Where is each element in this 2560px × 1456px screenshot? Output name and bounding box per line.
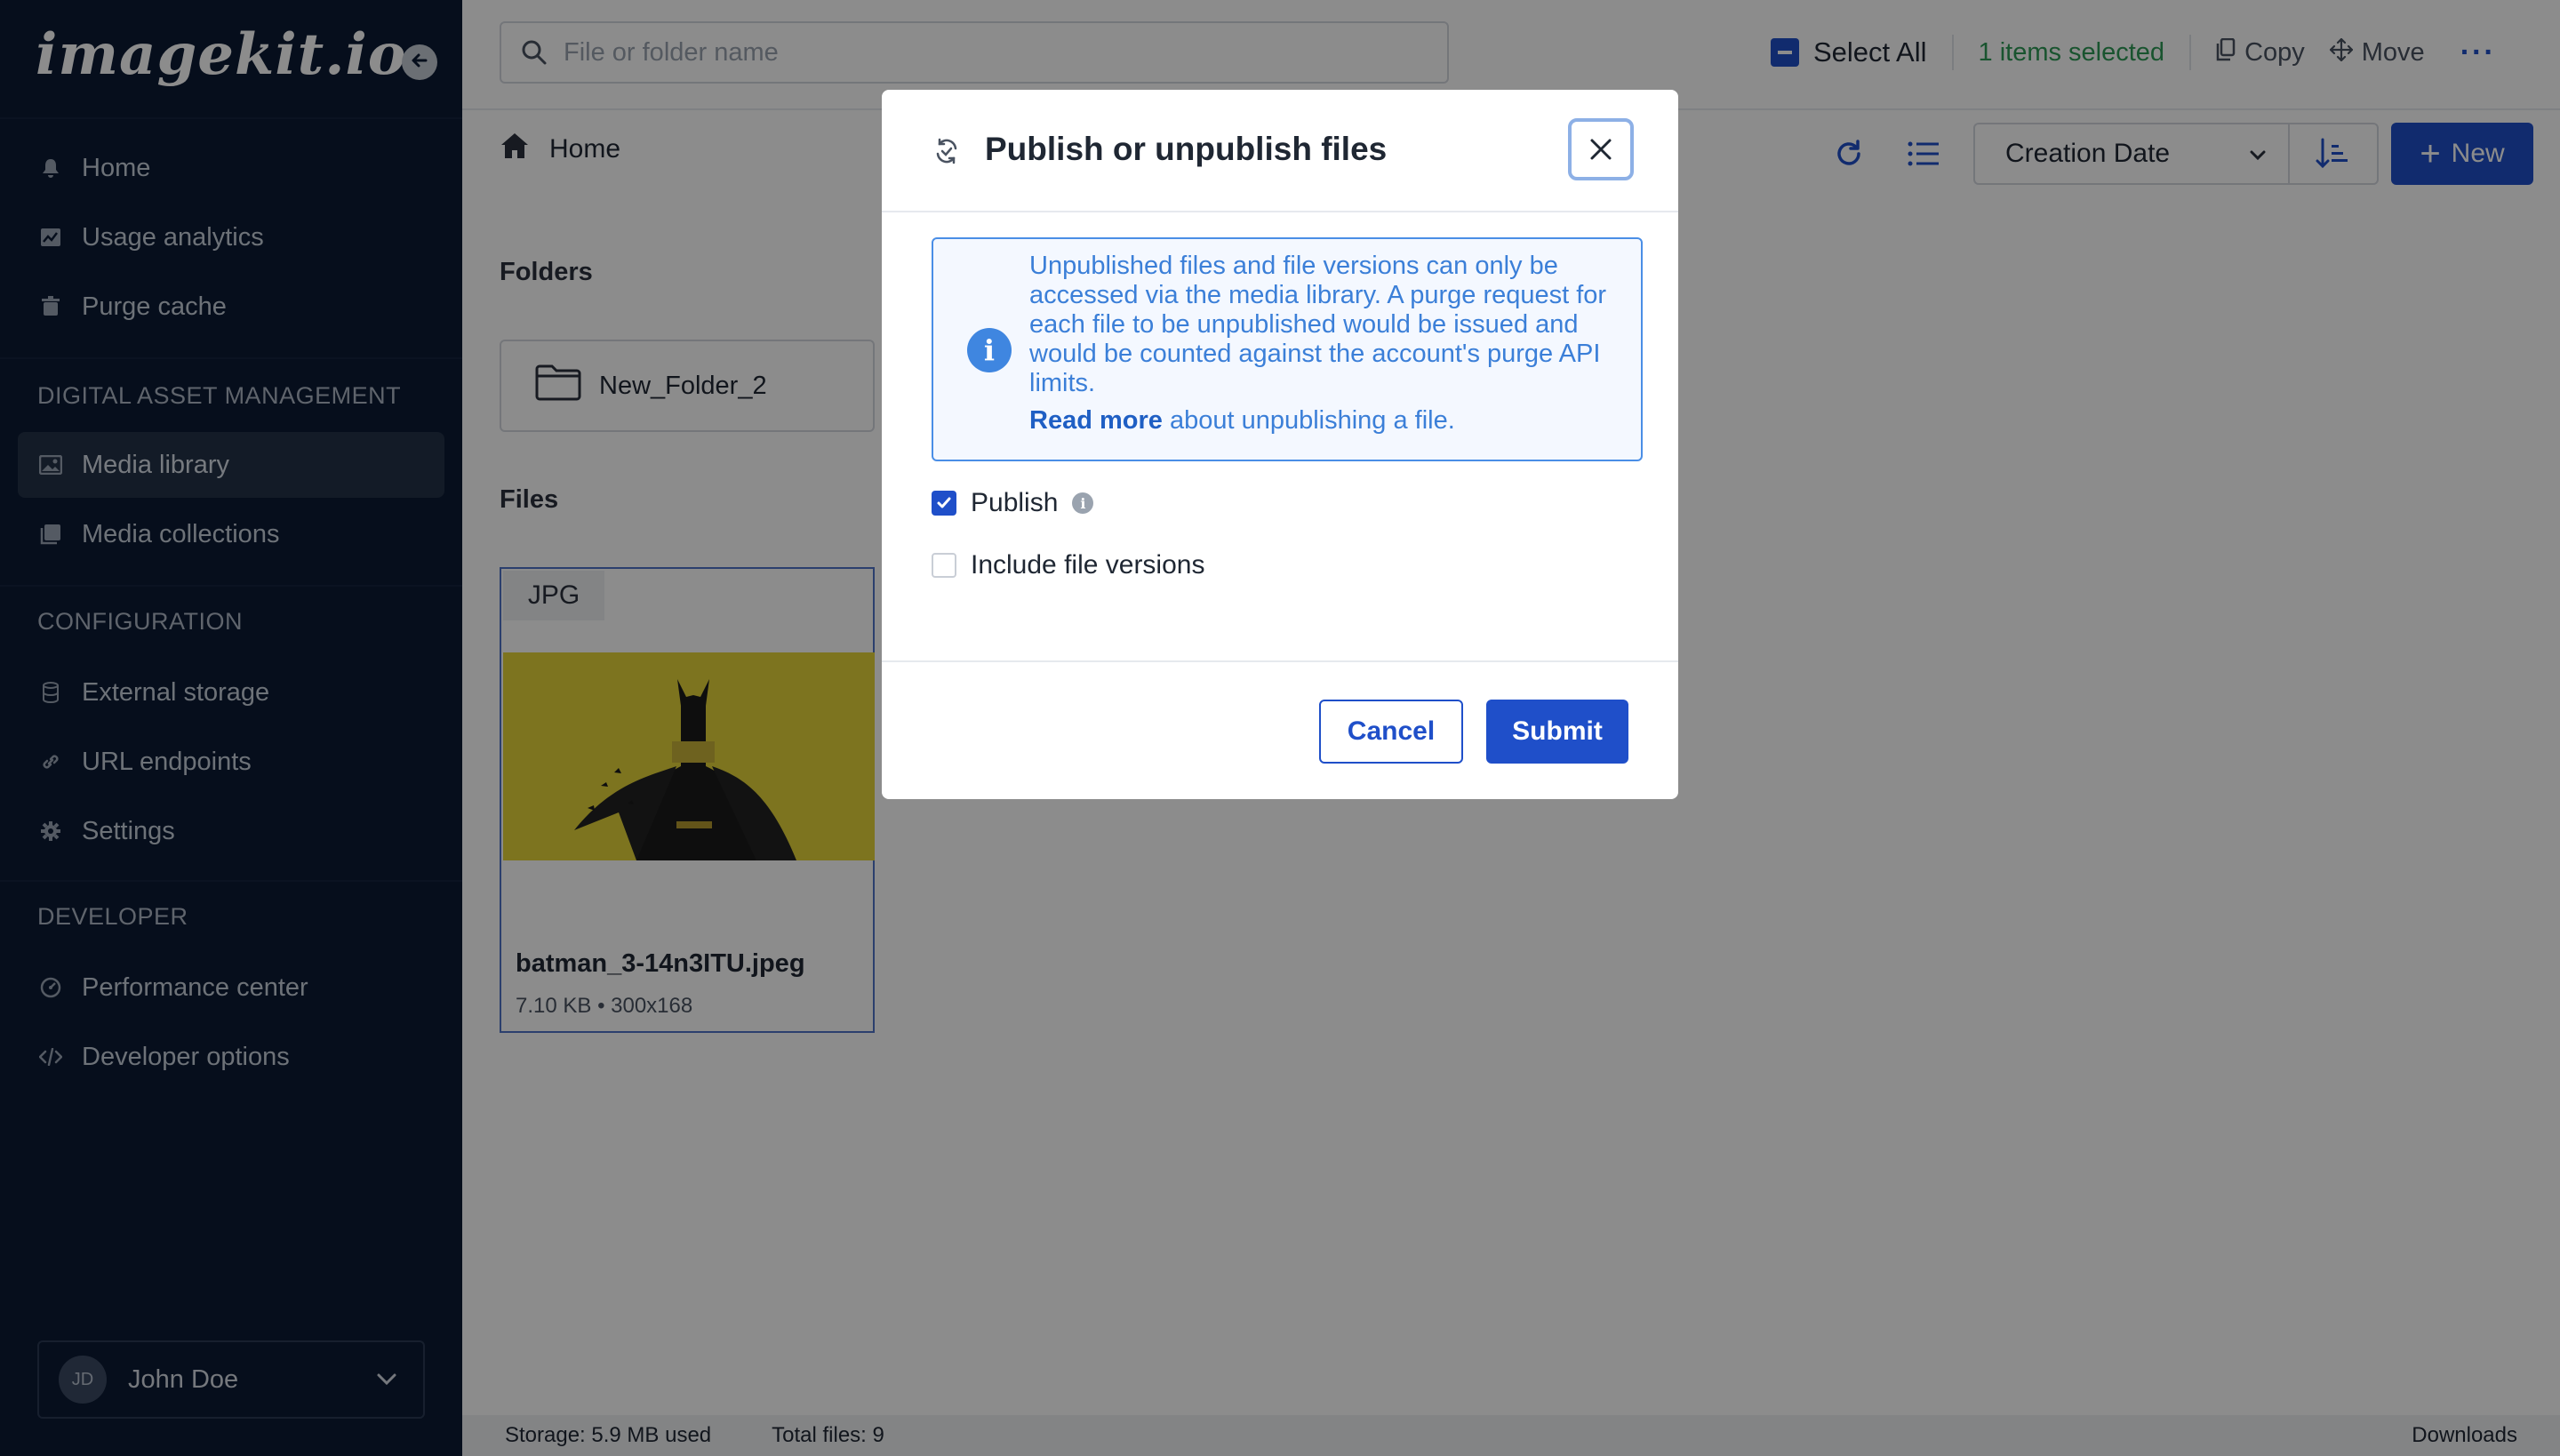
read-more-link[interactable]: Read more — [1029, 406, 1163, 435]
modal-title: Publish or unpublish files — [985, 131, 1388, 167]
help-icon[interactable]: i — [1072, 492, 1094, 514]
include-versions-label: Include file versions — [971, 550, 1205, 580]
check-icon — [937, 497, 951, 508]
publish-sync-icon — [932, 136, 962, 171]
info-alert: i Unpublished files and file versions ca… — [932, 237, 1643, 461]
modal-footer-divider — [882, 660, 1678, 662]
close-button[interactable] — [1568, 118, 1634, 180]
publish-modal: Publish or unpublish files i Unpublished… — [882, 90, 1678, 799]
include-versions-option[interactable]: Include file versions — [932, 550, 1204, 580]
submit-button[interactable]: Submit — [1486, 700, 1628, 764]
publish-label: Publish — [971, 488, 1059, 517]
info-message: Unpublished files and file versions can … — [1029, 252, 1607, 397]
modal-header: Publish or unpublish files — [882, 90, 1678, 212]
info-icon: i — [967, 328, 1012, 372]
cancel-button[interactable]: Cancel — [1319, 700, 1463, 764]
publish-option[interactable]: Publish i — [932, 488, 1094, 518]
read-more-suffix: about unpublishing a file. — [1162, 406, 1455, 435]
close-icon — [1590, 139, 1612, 160]
include-versions-checkbox[interactable] — [932, 553, 956, 578]
publish-checkbox[interactable] — [932, 491, 956, 516]
info-read-more: Read more about unpublishing a file. — [1029, 406, 1455, 436]
